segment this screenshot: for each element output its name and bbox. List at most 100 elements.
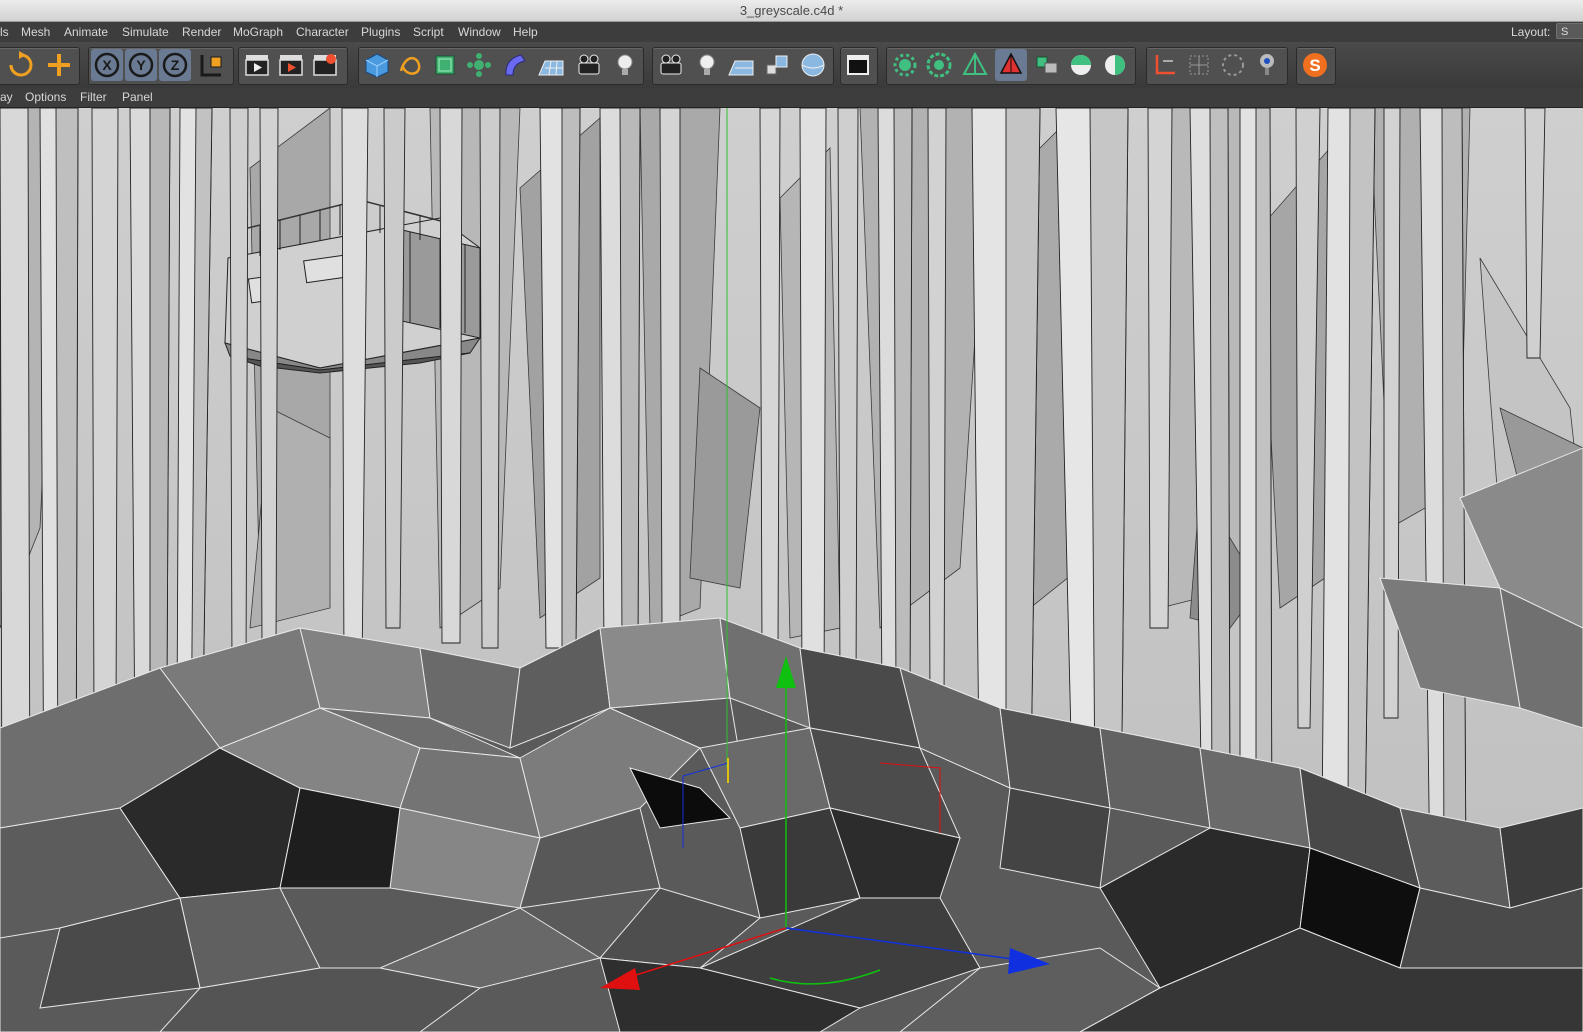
half-sphere-icon [1071,55,1091,75]
scene-floor-button[interactable] [725,49,757,81]
3d-viewport[interactable] [0,108,1583,1032]
sky-button[interactable] [797,49,829,81]
coordinate-system-button[interactable] [195,49,227,81]
clapper-play-icon [279,55,303,76]
menu-script[interactable]: Script [413,25,444,39]
move-tool-button[interactable] [43,49,75,81]
viewport-menu-options[interactable]: Options [25,90,66,104]
subdivision-surface-button[interactable] [429,49,461,81]
workplane-icon [1189,55,1209,75]
viewport-menu-panel[interactable]: Panel [122,90,153,104]
spotlight-icon [1260,54,1274,75]
lighting-preset-button[interactable] [1251,49,1283,81]
matrix-icon [926,52,952,78]
svg-text:S: S [1309,56,1320,75]
scene-light-button[interactable] [691,49,723,81]
split-sphere-icon [1105,55,1125,75]
cube-object-button[interactable] [361,49,393,81]
y-axis-icon: Y [128,52,154,78]
object-create-group [358,47,644,85]
y-axis-button[interactable]: Y [125,49,157,81]
menu-character[interactable]: Character [296,25,349,39]
deformer-button[interactable] [499,49,531,81]
svg-text:Y: Y [136,57,146,73]
stacked-cubes-icon [1036,56,1058,74]
floor-grid-icon [728,60,754,76]
transform-tools-group [0,47,80,85]
environment-boxes-icon [766,55,788,75]
spline-pen-icon [399,57,421,75]
render-picture-viewer-button[interactable] [275,49,307,81]
display-mode-button[interactable] [842,49,874,81]
voronoi-button[interactable] [1031,49,1063,81]
menu-tools[interactable]: ls [0,25,9,39]
svg-text:X: X [102,57,112,73]
menu-plugins[interactable]: Plugins [361,25,400,39]
menu-window[interactable]: Window [458,25,501,39]
render-view-button[interactable] [241,49,273,81]
viewport-menu-filter[interactable]: Filter [80,90,107,104]
floor-button[interactable] [535,49,567,81]
array-icon [467,53,491,77]
viewport-menu-bar: ay Options Filter Panel [0,88,1583,108]
environment-button[interactable] [761,49,793,81]
cloner-button[interactable] [889,49,921,81]
shader-effector-button[interactable] [1099,49,1131,81]
z-axis-button[interactable]: Z [159,49,191,81]
workplane-button[interactable] [1183,49,1215,81]
menu-mesh[interactable]: Mesh [21,25,50,39]
rotate-icon [9,51,33,77]
layout-label: Layout: [1511,25,1551,39]
polygon-mode-button[interactable] [995,49,1027,81]
menu-animate[interactable]: Animate [64,25,108,39]
axis-lock-group: X Y Z [88,47,234,85]
dashed-circle-icon [1222,54,1244,76]
camera-button[interactable] [573,49,605,81]
menu-mograph[interactable]: MoGraph [233,25,283,39]
x-axis-button[interactable]: X [91,49,123,81]
render-settings-button[interactable] [309,49,341,81]
camera-icon [578,54,600,75]
polygon-mode-icon [999,52,1023,74]
pyramid-icon [962,51,988,75]
mograph-group [886,47,1136,85]
light-button[interactable] [609,49,641,81]
scene-objects-group [652,47,834,85]
fracture-button[interactable] [959,49,991,81]
menu-help[interactable]: Help [513,25,538,39]
main-menu-bar: ls Mesh Animate Simulate Render MoGraph … [0,22,1583,42]
viewport-menu-display[interactable]: ay [0,90,13,104]
locked-workplane-button[interactable] [1217,49,1249,81]
effector-button[interactable] [1065,49,1097,81]
array-button[interactable] [463,49,495,81]
light-bulb-icon [617,54,633,75]
bend-deformer-icon [505,54,526,76]
sky-sphere-icon [801,53,825,77]
camera-icon [660,54,682,75]
x-axis-icon: X [94,52,120,78]
stage-camera-button[interactable] [655,49,687,81]
cloner-icon [893,53,917,77]
rotate-tool-button[interactable] [5,49,37,81]
move-icon [48,54,70,76]
plugin-s-button[interactable]: S [1299,49,1331,81]
spline-button[interactable] [395,49,427,81]
plugin-s-logo-icon: S [1303,53,1327,77]
menu-simulate[interactable]: Simulate [122,25,169,39]
cube-icon [365,53,389,78]
layout-dropdown[interactable]: S [1556,23,1583,39]
svg-text:Z: Z [171,57,180,73]
snapping-group [1146,47,1288,85]
plugin-group: S [1296,47,1336,85]
menu-render[interactable]: Render [182,25,221,39]
window-title: 3_greyscale.c4d * [739,3,844,18]
main-toolbar: X Y Z S [0,42,1583,88]
snap-button[interactable] [1149,49,1181,81]
window-frame-icon [847,55,869,75]
title-bar: 3_greyscale.c4d * [0,0,1583,22]
matrix-button[interactable] [923,49,955,81]
coordinate-system-icon [200,55,222,77]
view-group [840,47,878,85]
subdivision-cube-icon [435,55,455,75]
snap-icon [1155,55,1175,75]
